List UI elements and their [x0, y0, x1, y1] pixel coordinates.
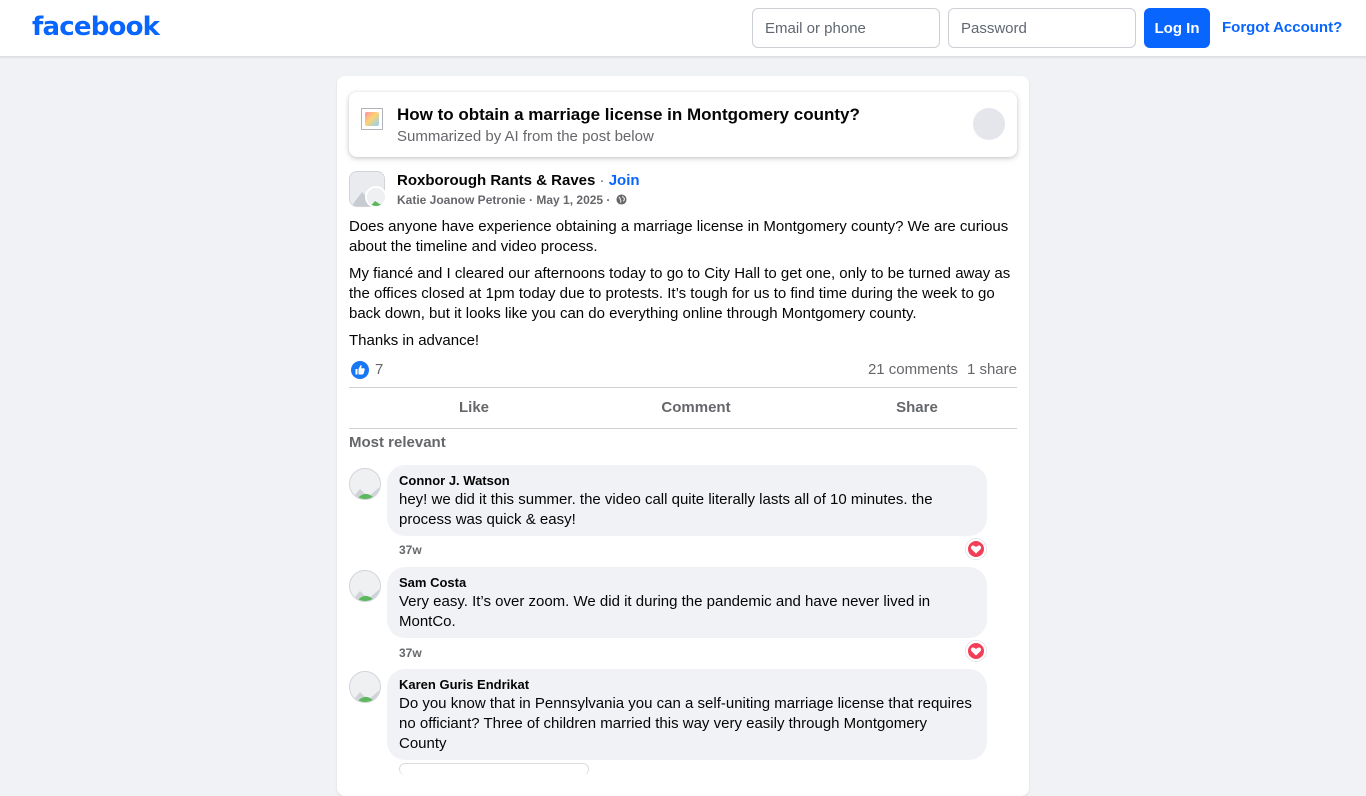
post-header-line: Roxborough Rants & Raves · Join	[397, 172, 640, 189]
group-name-link[interactable]: Roxborough Rants & Raves	[397, 172, 595, 189]
comment-timestamp[interactable]: 37w	[399, 543, 422, 557]
comment-avatar[interactable]	[349, 468, 381, 500]
comment-timestamp[interactable]: 37w	[399, 646, 422, 660]
heart-reaction-icon[interactable]	[966, 641, 986, 661]
share-button[interactable]: Share	[806, 388, 1028, 428]
post-card: How to obtain a marriage license in Mont…	[337, 76, 1029, 796]
email-input[interactable]	[752, 8, 940, 48]
comment-bubble: Sam Costa Very easy. It’s over zoom. We …	[387, 567, 987, 638]
forgot-account-link[interactable]: Forgot Account?	[1222, 19, 1342, 36]
separator-dot: ·	[603, 193, 614, 207]
post-paragraph: My fiancé and I cleared our afternoons t…	[349, 265, 1011, 322]
comment-author-link[interactable]: Connor J. Watson	[399, 473, 975, 489]
post-paragraph: Thanks in advance!	[349, 332, 480, 349]
post-paragraph: Does anyone have experience obtaining a …	[349, 218, 1009, 255]
separator-dot: ·	[525, 193, 537, 207]
comment-avatar[interactable]	[349, 570, 381, 602]
post-action-bar: Like Comment Share	[349, 387, 1017, 429]
heart-reaction-icon[interactable]	[966, 539, 986, 559]
ai-summary-icon	[361, 108, 383, 130]
comment-bubble: Connor J. Watson hey! we did it this sum…	[387, 465, 987, 536]
facebook-logo[interactable]: facebook	[32, 12, 160, 42]
comment-text: hey! we did it this summer. the video ca…	[399, 491, 933, 528]
post-author-link[interactable]: Katie Joanow Petronie	[397, 193, 526, 207]
comment-author-link[interactable]: Sam Costa	[399, 575, 975, 591]
shares-count-link[interactable]: 1 share	[967, 361, 1017, 378]
globe-icon	[616, 194, 627, 205]
separator-dot: ·	[595, 172, 609, 189]
password-input[interactable]	[948, 8, 1136, 48]
thumbs-up-icon[interactable]	[351, 361, 369, 379]
comment-avatar[interactable]	[349, 671, 381, 703]
ai-summary-expand-button[interactable]	[973, 108, 1005, 140]
comments-count-link[interactable]: 21 comments	[868, 361, 958, 378]
post-meta: Katie Joanow Petronie · May 1, 2025 ·	[397, 193, 627, 207]
comment-button[interactable]: Comment	[585, 388, 807, 428]
like-button[interactable]: Like	[363, 388, 585, 428]
reactions-summary: 7 21 comments 1 share	[349, 360, 1017, 380]
reaction-count[interactable]: 7	[375, 361, 383, 378]
join-group-link[interactable]: Join	[609, 172, 640, 189]
top-bar: facebook Log In Forgot Account?	[0, 0, 1366, 57]
comment-bubble: Karen Guris Endrikat Do you know that in…	[387, 669, 987, 760]
comment-sort-dropdown[interactable]: Most relevant	[349, 434, 446, 451]
ai-summary-box[interactable]: How to obtain a marriage license in Mont…	[349, 92, 1017, 157]
login-button[interactable]: Log In	[1144, 8, 1210, 48]
comment-attachment-preview[interactable]	[399, 763, 589, 775]
author-avatar[interactable]	[365, 186, 387, 208]
post-date-link[interactable]: May 1, 2025	[536, 193, 603, 207]
comment-text: Very easy. It’s over zoom. We did it dur…	[399, 593, 931, 630]
comment-text: Do you know that in Pennsylvania you can…	[399, 695, 972, 752]
comment-author-link[interactable]: Karen Guris Endrikat	[399, 677, 975, 693]
ai-summary-subtitle: Summarized by AI from the post below	[397, 128, 654, 145]
post-body: Does anyone have experience obtaining a …	[349, 217, 1017, 358]
ai-summary-title: How to obtain a marriage license in Mont…	[397, 105, 860, 124]
